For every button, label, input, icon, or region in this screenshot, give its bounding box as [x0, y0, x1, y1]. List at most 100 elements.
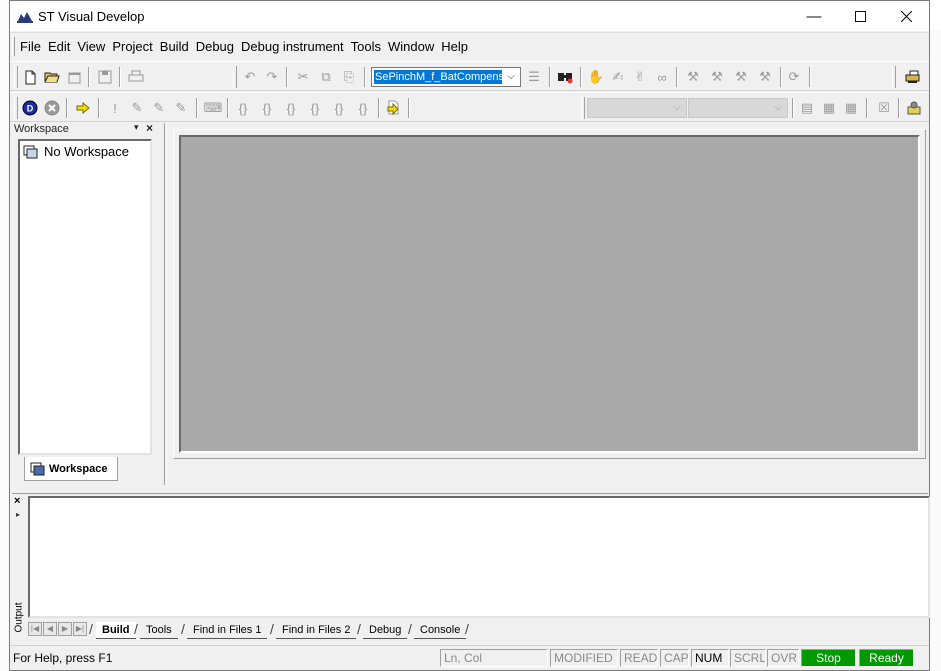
output-text-area[interactable]: [28, 496, 930, 618]
workspace-splitter[interactable]: [164, 123, 167, 485]
menu-debug[interactable]: Debug: [196, 39, 234, 54]
step-brace-3-icon[interactable]: {}: [280, 97, 302, 119]
toolbar-grip[interactable]: [14, 66, 18, 88]
build-icon[interactable]: ⚒: [706, 66, 728, 88]
step-into-icon[interactable]: ✎: [126, 97, 148, 119]
toolbar-grip-2[interactable]: [233, 66, 237, 88]
target-combo-2[interactable]: ⌵: [688, 98, 788, 118]
breakpoint-hand-icon[interactable]: ✍: [607, 66, 629, 88]
status-modified: MODIFIED: [550, 649, 618, 667]
menu-grip[interactable]: [12, 37, 15, 56]
glasses-icon[interactable]: ∞: [651, 66, 673, 88]
output-close-icon[interactable]: ×: [14, 495, 20, 507]
find-list-icon[interactable]: ☰: [523, 66, 545, 88]
title-bar[interactable]: ST Visual Develop —: [10, 1, 929, 31]
menu-build[interactable]: Build: [160, 39, 189, 54]
disconnect-icon[interactable]: ☒: [873, 97, 895, 119]
menu-window[interactable]: Window: [388, 39, 434, 54]
status-bar: For Help, press F1 Ln, Col MODIFIED READ…: [10, 645, 929, 670]
menu-items: File Edit View Project Build Debug Debug…: [20, 39, 475, 54]
toolbar-grip-3[interactable]: [892, 66, 896, 88]
hand-icon[interactable]: ✋: [585, 66, 607, 88]
menu-view[interactable]: View: [77, 39, 105, 54]
paste-icon[interactable]: ⎘: [338, 66, 360, 88]
clear-breakpoints-icon[interactable]: ✌: [629, 66, 651, 88]
workspace-tab-icon: [30, 462, 45, 475]
cut-icon[interactable]: ✂: [292, 66, 314, 88]
menu-file[interactable]: File: [20, 39, 41, 54]
symbol-combo[interactable]: SePinchM_f_BatCompens ⌵: [371, 67, 521, 87]
step-brace-4-icon[interactable]: {}: [304, 97, 326, 119]
menu-debug-instrument[interactable]: Debug instrument: [241, 39, 344, 54]
menu-tools[interactable]: Tools: [351, 39, 381, 54]
new-file-icon[interactable]: [19, 66, 41, 88]
step-over-icon[interactable]: ✎: [148, 97, 170, 119]
chip-2-icon[interactable]: ▦: [840, 97, 862, 119]
menu-help[interactable]: Help: [441, 39, 468, 54]
tab-next-icon[interactable]: ▶: [58, 622, 72, 636]
menu-edit[interactable]: Edit: [48, 39, 70, 54]
step-out-icon[interactable]: ✎: [170, 97, 192, 119]
step-brace-6-icon[interactable]: {}: [352, 97, 374, 119]
tab-find-in-files-1[interactable]: Find in Files 1: [187, 622, 268, 639]
workspace-tree[interactable]: No Workspace: [18, 139, 152, 455]
tab-debug[interactable]: Debug: [363, 622, 408, 639]
copy-icon[interactable]: ⧉: [315, 66, 337, 88]
screen: ST Visual Develop — File Edit View Proje…: [0, 0, 941, 671]
step-brace-2-icon[interactable]: {}: [256, 97, 278, 119]
toolbar-separator: [792, 98, 794, 118]
option-bytes-icon[interactable]: [903, 97, 925, 119]
redo-icon[interactable]: ↷: [261, 66, 283, 88]
status-help-text: For Help, press F1: [13, 651, 113, 665]
minimize-button[interactable]: —: [791, 1, 837, 31]
programmer-icon[interactable]: [902, 66, 924, 88]
find-in-files-icon[interactable]: [554, 66, 576, 88]
refresh-icon[interactable]: ⟳: [783, 66, 805, 88]
tab-last-icon[interactable]: ▶|: [73, 622, 87, 636]
print-icon[interactable]: [125, 66, 147, 88]
run-arrow-icon[interactable]: [72, 97, 94, 119]
tab-tools[interactable]: Tools: [140, 622, 178, 639]
toolbar-separator: [408, 98, 410, 118]
menu-project[interactable]: Project: [112, 39, 152, 54]
close-button[interactable]: [883, 1, 929, 31]
no-workspace-label: No Workspace: [44, 144, 130, 159]
tab-first-icon[interactable]: |◀: [28, 622, 42, 636]
workspace-tab[interactable]: Workspace: [24, 457, 118, 481]
break-icon[interactable]: !: [104, 97, 126, 119]
stop-build-icon[interactable]: ⚒: [754, 66, 776, 88]
tab-console[interactable]: Console: [414, 622, 467, 639]
undo-icon[interactable]: ↶: [239, 66, 261, 88]
debug-toolbar-grip[interactable]: [14, 97, 18, 119]
step-brace-1-icon[interactable]: {}: [232, 97, 254, 119]
run-to-cursor-icon[interactable]: ⌨: [202, 97, 224, 119]
show-next-statement-icon[interactable]: [382, 97, 404, 119]
open-folder-icon[interactable]: [41, 66, 63, 88]
workspace-title-bar[interactable]: Workspace ▾ ×: [12, 121, 160, 137]
chip-icon[interactable]: ▦: [818, 97, 840, 119]
workspace-close-icon[interactable]: ×: [146, 121, 153, 135]
maximize-button[interactable]: [837, 1, 883, 31]
workspace-panel: Workspace ▾ × No Workspace Workspace: [12, 121, 160, 485]
step-brace-5-icon[interactable]: {}: [328, 97, 350, 119]
toolbar-separator: [549, 67, 551, 87]
status-ovr: OVR: [767, 649, 799, 667]
output-panel: × ▸ Output |◀ ◀ ▶ ▶| / Build / Tools / F…: [12, 493, 930, 641]
memory-icon[interactable]: ▤: [796, 97, 818, 119]
output-expand-icon[interactable]: ▸: [16, 510, 20, 519]
tab-find-in-files-2[interactable]: Find in Files 2: [276, 622, 357, 639]
target-toolbar-grip[interactable]: [581, 97, 585, 119]
rebuild-icon[interactable]: ⚒: [730, 66, 752, 88]
save-icon[interactable]: [94, 66, 116, 88]
target-combo-1[interactable]: ⌵: [587, 98, 687, 118]
tab-prev-icon[interactable]: ◀: [43, 622, 57, 636]
dropdown-arrow-icon[interactable]: ▾: [134, 122, 139, 133]
compile-icon[interactable]: ⚒: [682, 66, 704, 88]
tab-edge: /: [465, 621, 469, 637]
stop-debug-icon[interactable]: [41, 97, 63, 119]
start-debug-icon[interactable]: D: [19, 97, 41, 119]
new-window-icon[interactable]: [63, 66, 85, 88]
tab-build[interactable]: Build: [96, 622, 136, 639]
mdi-client-area[interactable]: [179, 135, 920, 453]
tree-item-no-workspace[interactable]: No Workspace: [23, 144, 129, 159]
